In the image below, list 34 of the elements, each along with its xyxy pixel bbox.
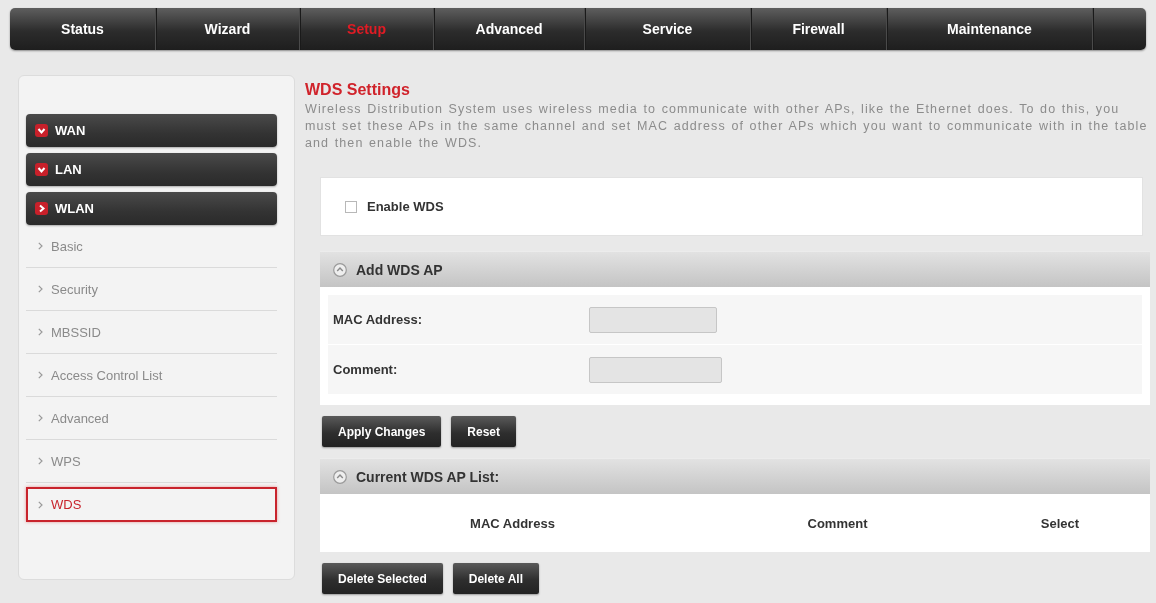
page-title: WDS Settings (305, 80, 411, 100)
nav-tab[interactable]: Service (585, 8, 751, 50)
chevron-right-icon (38, 500, 43, 509)
checkbox[interactable] (345, 200, 357, 213)
nav-tab[interactable]: Firewall (751, 8, 887, 50)
column-header: Select (1039, 515, 1081, 531)
section-title: Current WDS AP List: (356, 468, 500, 485)
action-button[interactable]: Delete Selected (322, 563, 443, 594)
chevron-right-icon (38, 457, 43, 465)
text-input[interactable] (589, 306, 717, 333)
action-button[interactable]: Apply Changes (322, 416, 442, 447)
chevron-right-icon (38, 328, 43, 336)
description-text: Wireless Distribution System uses wireless media to communicate with other APs, like the Ethernet does. To do this, you must set these APs in the same channel and set MAC address of other APs which you want to communicate with in the table and then enable the WDS. (305, 101, 1149, 152)
section-title: Add WDS AP (356, 261, 443, 278)
action-button[interactable]: Reset (451, 416, 517, 447)
column-header: Comment (806, 515, 869, 531)
sidebar-group[interactable]: WLAN (26, 192, 277, 225)
nav-tab[interactable]: Advanced (434, 8, 585, 50)
chevron-right-icon (38, 285, 43, 293)
nav-tab[interactable]: Status (10, 8, 156, 50)
text-input[interactable] (589, 356, 722, 383)
chevron-right-icon (38, 371, 43, 379)
action-button[interactable]: Delete All (452, 563, 539, 594)
nav-tab[interactable]: Maintenance (887, 8, 1093, 50)
field-label: MAC Address: (332, 312, 424, 327)
sidebar-group[interactable]: WAN (26, 114, 277, 147)
field-label: Comment: (332, 362, 399, 377)
checkbox-label: Enable WDS (367, 199, 444, 214)
chevron-right-icon (38, 242, 43, 250)
sidebar-group[interactable]: LAN (26, 153, 277, 186)
chevron-right-icon (38, 414, 43, 422)
column-header: MAC Address (469, 515, 556, 531)
sidebar-item[interactable]: WDS (26, 487, 277, 522)
nav-tab[interactable]: Wizard (156, 8, 300, 50)
